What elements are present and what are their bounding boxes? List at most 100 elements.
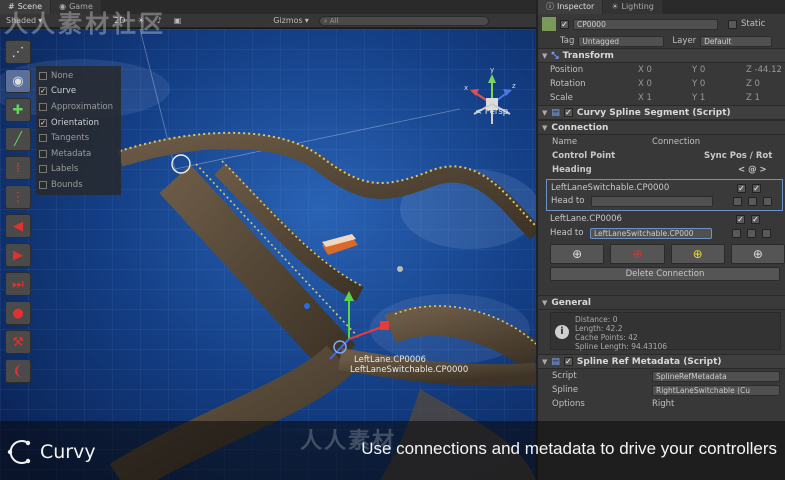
- gameobject-icon: [542, 17, 556, 31]
- crosshair-icon[interactable]: ⊕: [730, 244, 785, 264]
- cp1-head-to-label: Head to: [551, 196, 585, 206]
- cp2-sync-pos-checkbox[interactable]: ✓: [736, 214, 745, 224]
- active-checkbox[interactable]: ✓: [560, 19, 569, 29]
- collapse-triangle-icon: ▼: [542, 51, 548, 60]
- persp-label[interactable]: < Persp: [475, 107, 508, 117]
- position-row: Position X 0 Y 0 Z -44.12: [538, 63, 785, 77]
- view-option-label: Bounds: [51, 179, 83, 190]
- object-name-field[interactable]: CP0000: [573, 18, 718, 30]
- cp2-head-to-label: Head to: [550, 228, 584, 238]
- cp1-heading-right-checkbox[interactable]: [763, 196, 772, 206]
- cp1-head-to-dropdown[interactable]: [591, 195, 713, 207]
- scale-x-field[interactable]: X 1: [638, 93, 692, 103]
- view-option-approximation[interactable]: Approximation: [36, 99, 121, 115]
- segment-enabled-checkbox[interactable]: ✓: [563, 108, 573, 117]
- effects-toggle-icon[interactable]: ▣: [168, 16, 188, 25]
- wand-icon[interactable]: ❨: [5, 359, 31, 383]
- metadata-spline-field[interactable]: RightLaneSwitchable (Cu: [652, 384, 780, 396]
- metadata-options-field[interactable]: Right: [652, 399, 674, 409]
- view-option-metadata[interactable]: Metadata: [36, 146, 121, 162]
- cp1-name[interactable]: LeftLaneSwitchable.CP0000: [551, 183, 737, 193]
- tools-icon[interactable]: ⚒: [5, 330, 31, 354]
- metadata-enabled-checkbox[interactable]: ✓: [563, 357, 573, 366]
- tag-dropdown[interactable]: Untagged: [578, 35, 665, 47]
- checkbox-icon: [39, 180, 47, 189]
- position-z-field[interactable]: Z -44.12: [746, 65, 782, 75]
- view-option-none[interactable]: None: [36, 68, 121, 84]
- svg-text:y: y: [490, 66, 494, 74]
- collapse-triangle-icon: ▼: [542, 357, 548, 366]
- view-option-label: Metadata: [51, 148, 92, 159]
- pencil-icon[interactable]: ╱: [5, 127, 31, 151]
- info-icon: i: [555, 325, 569, 339]
- heading-symbols: < @ >: [738, 165, 767, 175]
- banner-tagline: Use connections and metadata to drive yo…: [361, 439, 777, 458]
- view-option-bounds[interactable]: Bounds: [36, 177, 121, 193]
- curvy-logo-text: Curvy: [40, 441, 96, 463]
- cp2-heading-left-checkbox[interactable]: [732, 228, 741, 238]
- view-option-label: None: [51, 70, 74, 81]
- heading-row: Heading < @ >: [538, 163, 785, 177]
- scale-row: Scale X 1 Y 1 Z 1: [538, 91, 785, 105]
- search-icon: ⌕: [323, 16, 328, 25]
- general-header[interactable]: ▼ General: [538, 295, 785, 310]
- arrow-left-icon[interactable]: ◀: [5, 214, 31, 238]
- rotation-z-field[interactable]: Z 0: [746, 79, 760, 89]
- cp2-head-to-dropdown[interactable]: LeftLaneSwitchable.CP000: [590, 227, 712, 239]
- scale-label: Scale: [550, 93, 573, 103]
- layer-dropdown[interactable]: Default: [700, 35, 773, 47]
- split-icon[interactable]: ⋮: [5, 185, 31, 209]
- connection-header[interactable]: ▼ Connection: [538, 120, 785, 135]
- cp2-name[interactable]: LeftLane.CP0006: [550, 214, 736, 224]
- delete-icon[interactable]: ⏭: [5, 272, 31, 296]
- curvy-nodes-icon[interactable]: ⋰: [5, 40, 31, 64]
- tab-lighting[interactable]: ☀ Lighting: [603, 0, 662, 14]
- connect-icon[interactable]: ⁞: [5, 156, 31, 180]
- inspector-panel: ⓘ Inspector ☀ Lighting ✓ CP0000 Static T…: [536, 0, 785, 480]
- cp1-heading-auto-checkbox[interactable]: [748, 196, 757, 206]
- cp-label-leftlane: LeftLane.CP0006: [354, 355, 426, 365]
- view-option-curve[interactable]: ✓ Curve: [36, 84, 121, 100]
- position-x-field[interactable]: X 0: [638, 65, 692, 75]
- cp2-sync-rot-checkbox[interactable]: ✓: [751, 214, 760, 224]
- transform-header[interactable]: ▼ ⤡ Transform: [538, 48, 785, 63]
- segment-script-header[interactable]: ▼ ▤ ✓ Curvy Spline Segment (Script): [538, 105, 785, 120]
- crosshair-white-icon[interactable]: ⊕: [550, 244, 605, 264]
- scene-view[interactable]: # Scene ◉ Game Shaded ▾ 2D ☀ ♪ ▣ Gizmos …: [0, 0, 536, 480]
- rotation-label: Rotation: [550, 79, 586, 89]
- position-y-field[interactable]: Y 0: [692, 65, 746, 75]
- cp2-heading-right-checkbox[interactable]: [762, 228, 771, 238]
- tab-inspector[interactable]: ⓘ Inspector: [538, 0, 603, 14]
- arrow-right-icon[interactable]: ▶: [5, 243, 31, 267]
- collapse-triangle-icon: ▼: [542, 123, 548, 132]
- cp2-heading-auto-checkbox[interactable]: [747, 228, 756, 238]
- curvy-tool-column: ⋰ ◉ ✚ ╱ ⁞ ⋮ ◀ ▶ ⏭ ● ⚒ ❨: [5, 40, 33, 383]
- view-option-tangents[interactable]: Tangents: [36, 130, 121, 146]
- view-options-eye-icon[interactable]: ◉: [5, 69, 31, 93]
- cp1-sync-pos-checkbox[interactable]: ✓: [737, 183, 746, 193]
- svg-text:z: z: [512, 82, 516, 90]
- crosshair-red-icon[interactable]: ⊕: [610, 244, 665, 264]
- metadata-script-header[interactable]: ▼ ▤ ✓ Spline Ref Metadata (Script): [538, 354, 785, 369]
- connection-name-field[interactable]: Connection: [652, 137, 700, 147]
- shape-icon[interactable]: ●: [5, 301, 31, 325]
- connection-action-buttons: ⊕ ⊕ ⊕ ⊕: [538, 241, 785, 264]
- add-icon[interactable]: ✚: [5, 98, 31, 122]
- view-options-menu: None ✓ Curve Approximation ✓ Orientation…: [36, 66, 121, 195]
- scale-z-field[interactable]: Z 1: [746, 93, 760, 103]
- spline-length-text: Spline Length: 94.43106: [575, 342, 668, 351]
- scene-search-input[interactable]: ⌕ All: [318, 15, 489, 26]
- cp1-sync-rot-checkbox[interactable]: ✓: [752, 183, 761, 193]
- cp1-heading-left-checkbox[interactable]: [733, 196, 742, 206]
- scale-y-field[interactable]: Y 1: [692, 93, 746, 103]
- view-option-labels[interactable]: Labels: [36, 162, 121, 178]
- rotation-x-field[interactable]: X 0: [638, 79, 692, 89]
- crosshair-yellow-icon[interactable]: ⊕: [670, 244, 725, 264]
- segment-title: Curvy Spline Segment (Script): [576, 107, 731, 118]
- delete-connection-button[interactable]: Delete Connection: [550, 267, 780, 281]
- gizmos-dropdown[interactable]: Gizmos ▾: [267, 16, 315, 25]
- static-checkbox[interactable]: [728, 19, 737, 29]
- metadata-script-field[interactable]: SplineRefMetadata: [652, 370, 780, 382]
- view-option-orientation[interactable]: ✓ Orientation: [36, 115, 121, 131]
- rotation-y-field[interactable]: Y 0: [692, 79, 746, 89]
